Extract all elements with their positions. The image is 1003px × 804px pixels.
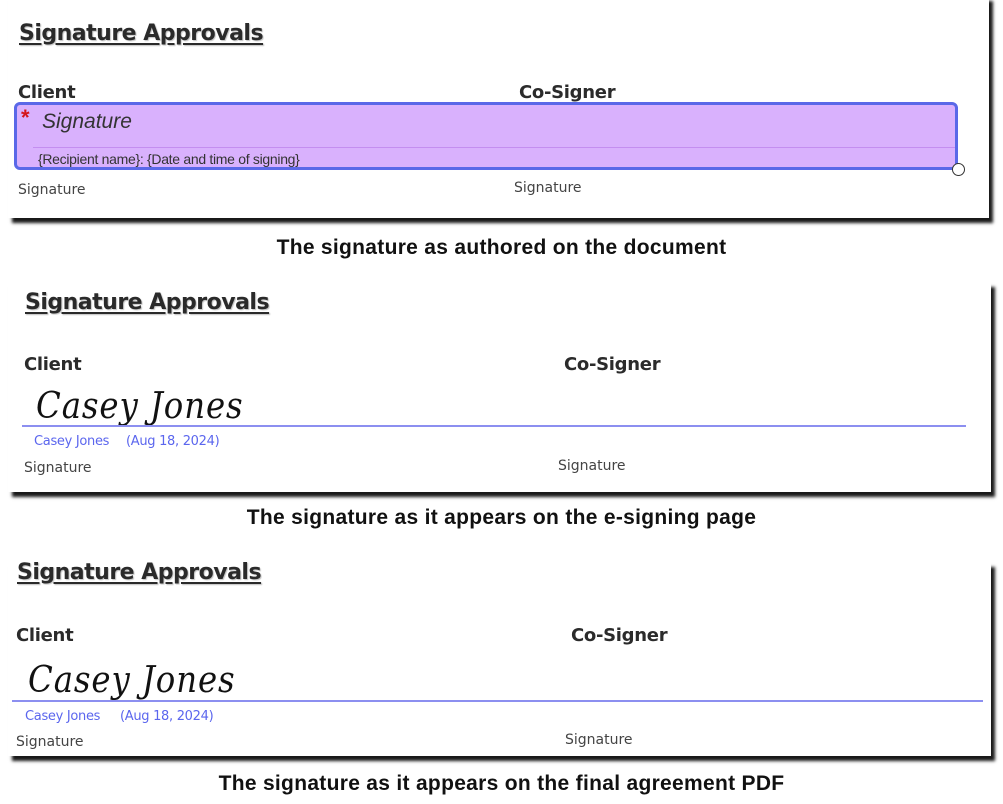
signature-line [12,700,983,702]
esigning-page-panel: Signature Approvals Client Co-Signer Cas… [8,282,991,492]
signature-field-subtitle: {Recipient name}: {Date and time of sign… [38,151,300,167]
cosigner-label: Co-Signer [564,354,661,375]
resize-handle[interactable] [952,163,965,176]
cosigner-signature-label: Signature [558,458,626,474]
authored-document-panel: Signature Approvals Client Co-Signer * S… [8,0,989,218]
handwritten-signature: Casey Jones [36,386,244,427]
final-pdf-panel: Signature Approvals Client Co-Signer Cas… [8,560,991,756]
caption-final-pdf: The signature as it appears on the final… [218,772,785,795]
cosigner-label: Co-Signer [571,625,668,646]
section-heading: Signature Approvals [25,290,270,315]
section-heading: Signature Approvals [19,21,264,46]
signature-field-title: Signature [42,110,132,133]
signed-date: (Aug 18, 2024) [126,434,220,449]
cosigner-signature-label: Signature [565,732,633,748]
client-signature-label: Signature [18,182,86,198]
caption-esigning: The signature as it appears on the e-sig… [246,506,757,529]
client-signature-label: Signature [24,460,92,476]
client-label: Client [18,82,76,103]
cosigner-signature-label: Signature [514,180,582,196]
signer-name: Casey Jones [34,434,110,449]
client-signature-label: Signature [16,734,84,750]
client-label: Client [24,354,82,375]
field-divider [33,147,955,148]
signature-field[interactable]: * Signature {Recipient name}: {Date and … [14,102,965,176]
section-heading: Signature Approvals [17,560,262,585]
signer-name: Casey Jones [25,709,101,724]
signed-date: (Aug 18, 2024) [120,709,214,724]
cosigner-label: Co-Signer [519,82,616,103]
client-label: Client [16,625,74,646]
signature-line [22,425,966,427]
caption-authored: The signature as authored on the documen… [276,236,727,259]
handwritten-signature: Casey Jones [28,660,236,701]
required-marker: * [21,105,30,130]
